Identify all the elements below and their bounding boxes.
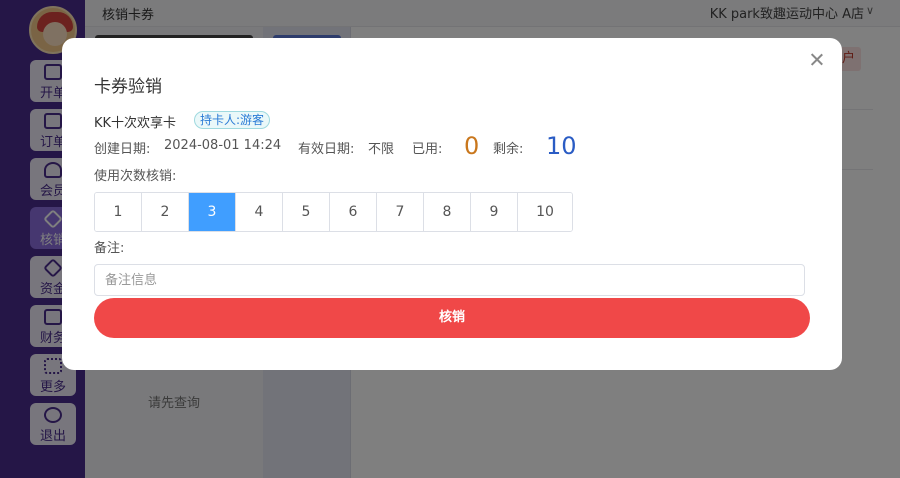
count-option[interactable]: 9 [471, 193, 518, 231]
count-option[interactable]: 8 [424, 193, 471, 231]
use-count-label: 使用次数核销: [94, 169, 177, 184]
valid-value: 不限 [368, 142, 395, 157]
modal-title: 卡券验销 [94, 77, 162, 97]
count-option[interactable]: 7 [377, 193, 424, 231]
created-value: 2024-08-01 14:24 [164, 138, 282, 153]
remark-label: 备注: [94, 241, 125, 256]
remaining-label: 剩余: [493, 142, 524, 157]
count-option[interactable]: 5 [283, 193, 330, 231]
verify-card-modal: 卡券验销 KK十次欢享卡 持卡人:游客 创建日期: 2024-08-01 14:… [62, 38, 842, 370]
count-option-selected[interactable]: 3 [189, 193, 236, 231]
count-option[interactable]: 4 [236, 193, 283, 231]
count-option[interactable]: 6 [330, 193, 377, 231]
card-name: KK十次欢享卡 [94, 116, 177, 131]
used-label: 已用: [412, 142, 443, 157]
remark-input[interactable] [94, 264, 805, 296]
close-icon[interactable] [808, 51, 826, 69]
count-option[interactable]: 1 [95, 193, 142, 231]
holder-tag: 持卡人:游客 [194, 111, 271, 129]
count-option[interactable]: 2 [142, 193, 189, 231]
valid-label: 有效日期: [298, 142, 355, 157]
created-label: 创建日期: [94, 142, 151, 157]
use-count-selector: 1 2 3 4 5 6 7 8 9 10 [94, 192, 573, 232]
used-count: 0 [464, 132, 480, 160]
count-option[interactable]: 10 [518, 193, 572, 231]
remaining-count: 10 [546, 132, 577, 160]
verify-submit-button[interactable]: 核销 [94, 298, 810, 338]
